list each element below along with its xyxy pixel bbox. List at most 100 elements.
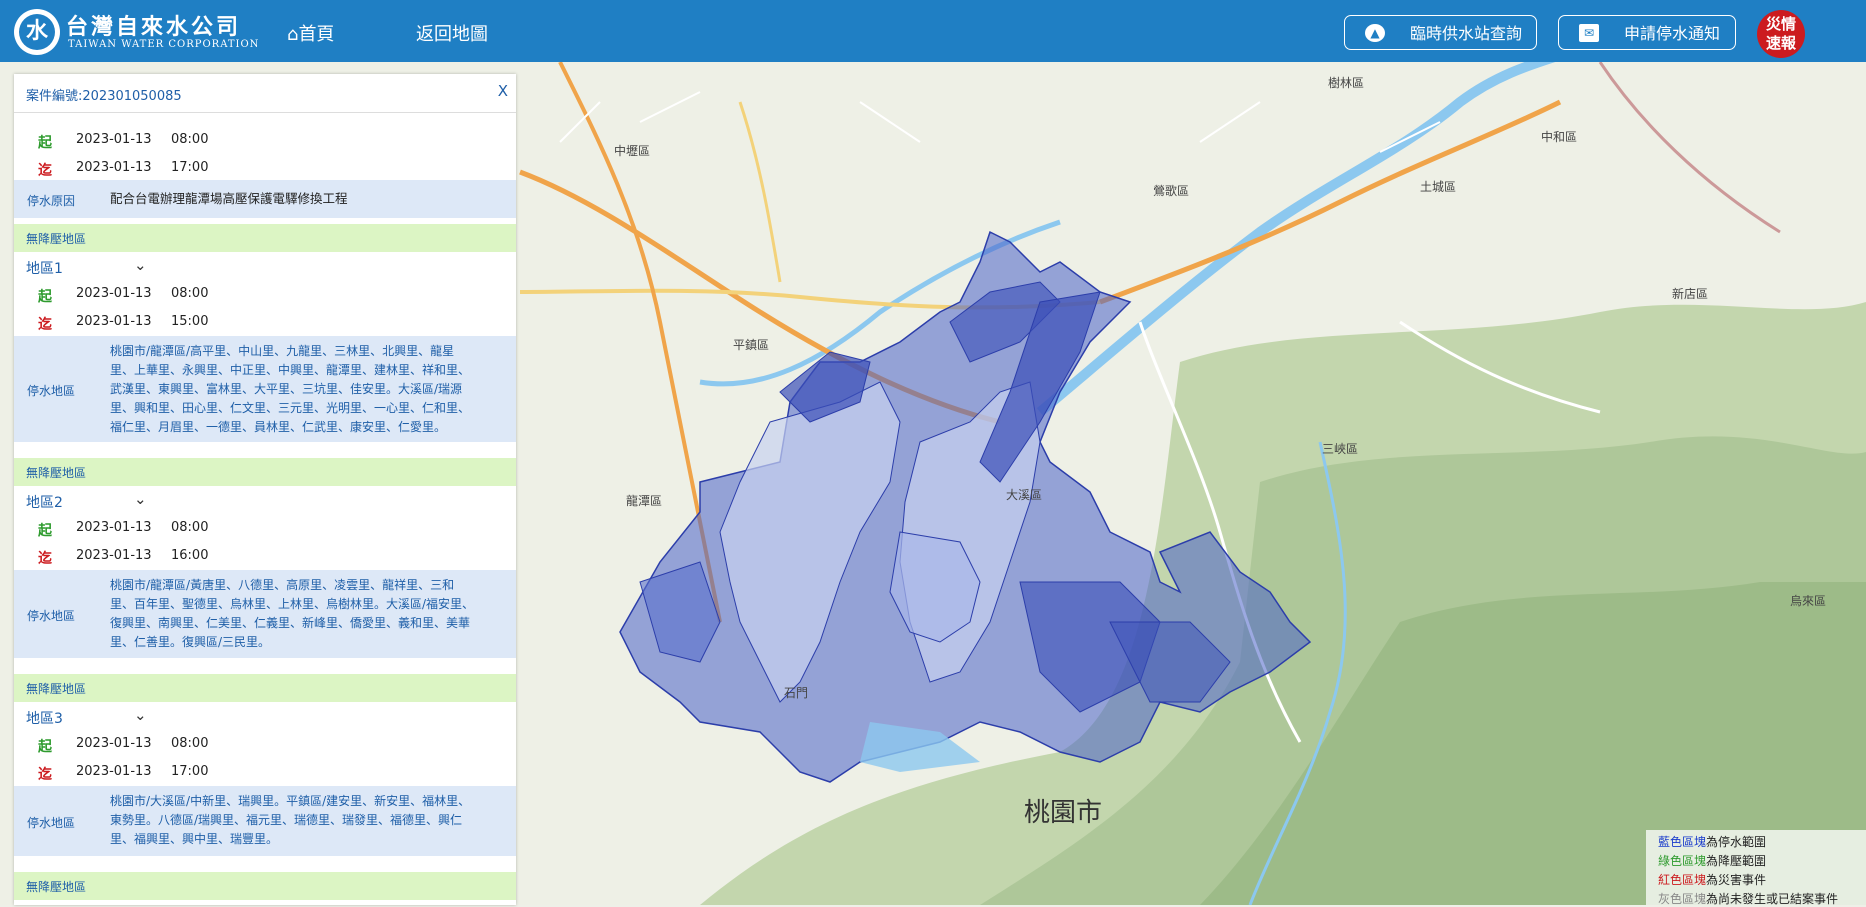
area-toggle[interactable]: 地區1 ⌄	[14, 252, 516, 280]
map-district-label: 石門	[784, 686, 809, 700]
area-label: 停水地區	[27, 609, 76, 623]
reason-row: 停水原因 配合台電辦理龍潭場高壓保護電驛修換工程	[14, 180, 516, 218]
water-drop-icon: 水	[19, 14, 55, 50]
legend-item: 紅色區塊為災害事件	[1658, 871, 1766, 888]
area-start-date: 2023-01-13	[76, 736, 152, 751]
section-label: 無降壓地區	[26, 682, 87, 696]
map-district-label: 平鎮區	[733, 338, 770, 352]
close-panel-button[interactable]: X	[498, 82, 508, 100]
map-district-label: 三峽區	[1322, 442, 1359, 456]
area-start-date: 2023-01-13	[76, 520, 152, 535]
mail-icon: ✉	[1579, 24, 1599, 42]
area-text-line: 桃園市/大溪區/中新里、瑞興里。平鎮區/建安里、新安里、福林里、	[110, 794, 471, 808]
area-end-time: 17:00	[171, 764, 209, 779]
reason-label: 停水原因	[27, 194, 76, 208]
area-start-time: 08:00	[171, 520, 209, 535]
section-bar: 無降壓地區	[14, 872, 516, 900]
end-tag: 迄	[38, 767, 52, 783]
map-district-label: 中和區	[1541, 130, 1578, 144]
chevron-down-icon[interactable]: ⌄	[134, 256, 147, 274]
overall-end-row: 迄 2023-01-13 17:00	[14, 154, 516, 182]
area-text-line: 復興里、南興里、仁美里、仁義里、新峰里、僑愛里、義和里、美華	[110, 616, 471, 630]
area-start-row: 起 2023-01-13 08:00	[14, 514, 516, 542]
chevron-down-icon[interactable]: ⌄	[134, 490, 147, 508]
area-text-line: 里、福興里、興中里、瑞豐里。	[110, 832, 279, 846]
map-district-label: 土城區	[1420, 180, 1457, 194]
legend-text: 為停水範圍	[1706, 835, 1767, 849]
map-district-label: 大溪區	[1006, 488, 1043, 502]
area-text-line: 桃園市/龍潭區/黃唐里、八德里、高原里、凌雲里、龍祥里、三和	[110, 578, 455, 592]
section-label: 無降壓地區	[26, 880, 87, 894]
map-city-label: 桃園市	[1024, 798, 1103, 828]
start-tag: 起	[38, 289, 52, 305]
truck-icon: ▲	[1365, 24, 1385, 42]
legend-item: 灰色區塊為尚未發生或已結案事件	[1658, 890, 1838, 907]
area-text: 桃園市/龍潭區/高平里、中山里、九龍里、三林里、北興里、龍星 里、上華里、永興里…	[110, 342, 508, 437]
section-bar: 無降壓地區	[14, 674, 516, 702]
area-end-date: 2023-01-13	[76, 764, 152, 779]
area-label: 停水地區	[27, 384, 76, 398]
area-label: 停水地區	[27, 816, 76, 830]
panel-header: 案件編號:202301050085 X	[14, 74, 516, 113]
legend-text: 為尚未發生或已結案事件	[1706, 892, 1839, 906]
area-end-date: 2023-01-13	[76, 548, 152, 563]
area-text-line: 里、百年里、聖德里、烏林里、上林里、烏樹林里。大溪區/福安里、	[110, 597, 475, 611]
section-label: 無降壓地區	[26, 466, 87, 480]
map-district-label: 中壢區	[614, 144, 651, 158]
map-district-label: 龍潭區	[626, 494, 663, 508]
area-end-row: 迄 2023-01-13 16:00	[14, 542, 516, 570]
area-detail: 停水地區 桃園市/龍潭區/黃唐里、八德里、高原里、凌雲里、龍祥里、三和 里、百年…	[14, 570, 516, 658]
area-toggle[interactable]: 地區3 ⌄	[14, 702, 516, 730]
map-legend: 藍色區塊為停水範圍 綠色區塊為降壓範圍 紅色區塊為災害事件 灰色區塊為尚未發生或…	[1646, 830, 1866, 907]
area-start-date: 2023-01-13	[76, 286, 152, 301]
area-text-line: 桃園市/龍潭區/高平里、中山里、九龍里、三林里、北興里、龍星	[110, 344, 455, 358]
area-end-row: 迄 2023-01-13 15:00	[14, 308, 516, 336]
end-tag: 迄	[38, 317, 52, 333]
map-district-label: 烏來區	[1790, 594, 1827, 608]
area-end-row: 迄 2023-01-13 17:00	[14, 758, 516, 786]
area-text-line: 東勢里。八德區/瑞興里、福元里、瑞德里、瑞發里、福德里、興仁	[110, 813, 463, 827]
area-end-time: 16:00	[171, 548, 209, 563]
start-tag: 起	[38, 523, 52, 539]
disaster-label-line2: 速報	[1765, 34, 1796, 52]
outage-detail-panel: 案件編號:202301050085 X 起 2023-01-13 08:00 迄…	[14, 74, 516, 905]
nav-back-to-map-link[interactable]: 返回地圖	[416, 20, 488, 46]
area-text: 桃園市/大溪區/中新里、瑞興里。平鎮區/建安里、新安里、福林里、 東勢里。八德區…	[110, 792, 508, 849]
disaster-report-button[interactable]: 災情 速報	[1757, 10, 1805, 58]
chevron-down-icon[interactable]: ⌄	[134, 706, 147, 724]
end-tag: 迄	[38, 551, 52, 567]
area-start-row: 起 2023-01-13 08:00	[14, 280, 516, 308]
top-header: 水 台灣自來水公司 TAIWAN WATER CORPORATION ⌂首頁 返…	[0, 0, 1866, 63]
legend-text: 為降壓範圍	[1706, 854, 1767, 868]
area-end-date: 2023-01-13	[76, 314, 152, 329]
reason-text: 配合台電辦理龍潭場高壓保護電驛修換工程	[110, 191, 348, 206]
area-text-line: 里、興和里、田心里、仁文里、三元里、光明里、一心里、仁和里、	[110, 401, 471, 415]
area-start-row: 起 2023-01-13 08:00	[14, 730, 516, 758]
map-district-label: 鶯歌區	[1153, 184, 1190, 198]
start-tag: 起	[38, 135, 52, 151]
area-toggle[interactable]: 地區2 ⌄	[14, 486, 516, 514]
area-detail: 停水地區 桃園市/大溪區/中新里、瑞興里。平鎮區/建安里、新安里、福林里、 東勢…	[14, 786, 516, 856]
section-bar: 無降壓地區	[14, 458, 516, 486]
temporary-water-station-button[interactable]: ▲ 臨時供水站查詢	[1344, 15, 1537, 50]
brand-name-zh: 台灣自來水公司	[66, 14, 242, 40]
area-text-line: 里、上華里、永興里、中正里、中興里、龍潭里、建林里、祥和里、	[110, 363, 471, 377]
start-date: 2023-01-13	[76, 132, 152, 147]
start-time: 08:00	[171, 132, 209, 147]
legend-text: 為災害事件	[1706, 873, 1767, 887]
area-text-line: 福仁里、月眉里、一德里、員林里、仁武里、康安里、仁愛里。	[110, 420, 447, 434]
brand-name-en: TAIWAN WATER CORPORATION	[68, 39, 260, 50]
outage-notify-button[interactable]: ✉ 申請停水通知	[1558, 15, 1736, 50]
area-title: 地區3	[26, 711, 63, 727]
end-tag: 迄	[38, 163, 52, 179]
nav-home-link[interactable]: ⌂首頁	[287, 20, 334, 46]
area-title: 地區1	[26, 261, 63, 277]
end-time: 17:00	[171, 160, 209, 175]
area-text-line: 武漢里、東興里、富林里、大平里、三坑里、佳安里。大溪區/瑞源	[110, 382, 463, 396]
home-icon: ⌂	[287, 24, 299, 45]
legend-color-label: 紅色區塊	[1658, 873, 1707, 887]
legend-color-label: 藍色區塊	[1658, 835, 1707, 849]
legend-color-label: 綠色區塊	[1658, 854, 1707, 868]
area-text: 桃園市/龍潭區/黃唐里、八德里、高原里、凌雲里、龍祥里、三和 里、百年里、聖德里…	[110, 576, 508, 652]
company-logo[interactable]: 水	[14, 9, 60, 55]
